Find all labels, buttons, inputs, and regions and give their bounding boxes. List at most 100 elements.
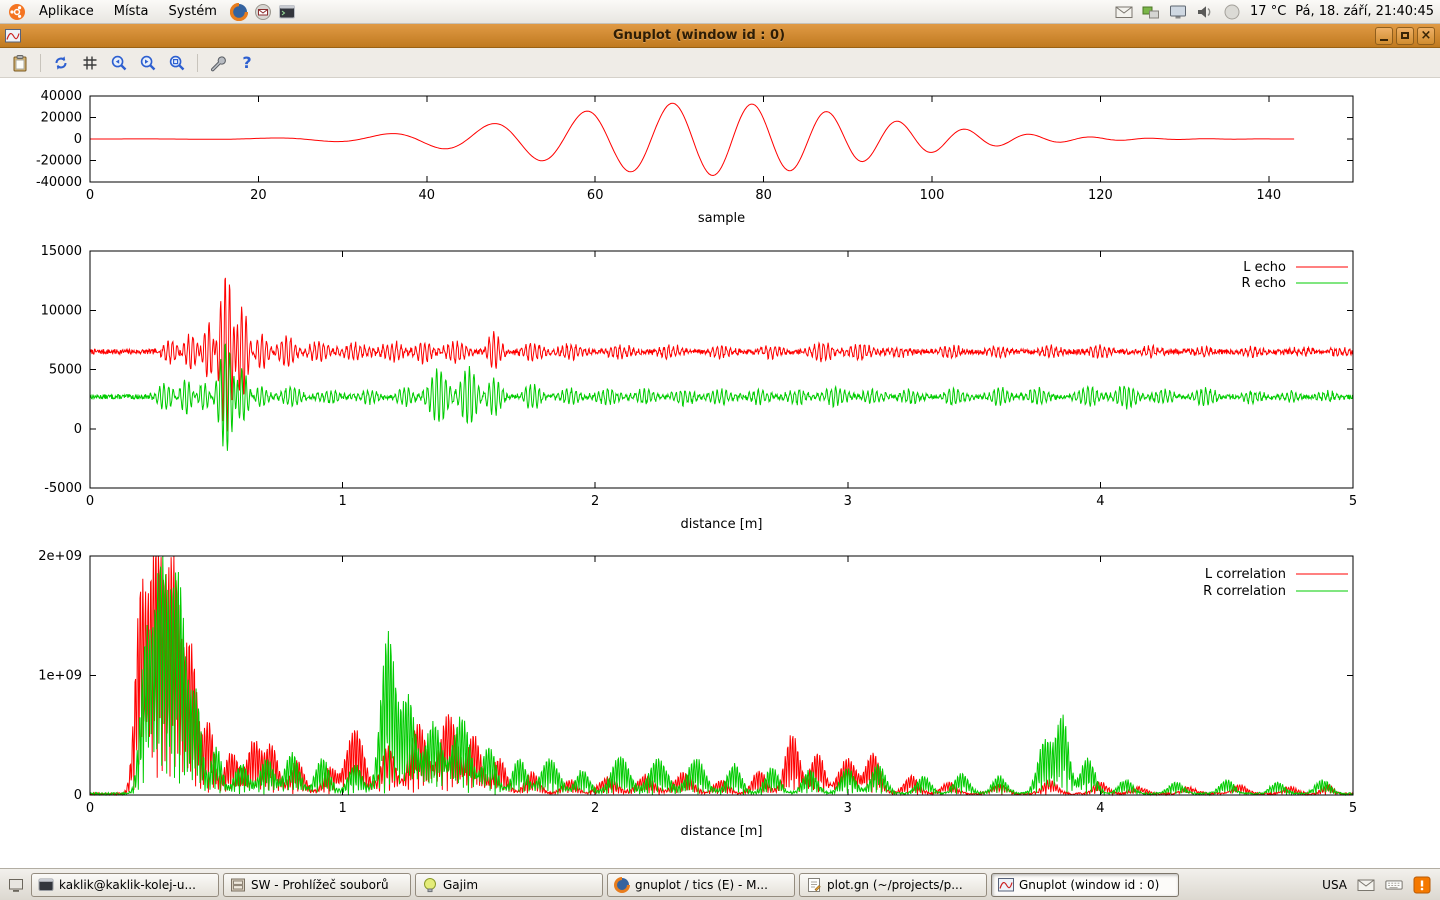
svg-text:15000: 15000 <box>41 245 82 259</box>
svg-text:20: 20 <box>250 188 267 203</box>
panel-tray: 17 °C Pá, 18. září, 21:40:45 <box>1115 3 1434 21</box>
keyboard-tray-icon[interactable] <box>1385 876 1403 894</box>
svg-text:0: 0 <box>86 188 94 203</box>
replot-refresh-icon <box>51 53 71 73</box>
taskbar-item-label: gnuplot / tics (E) - M... <box>635 878 768 892</box>
gnuplot-toolbar: ? <box>0 48 1440 78</box>
settings-button[interactable] <box>206 51 230 75</box>
svg-text:1e+09: 1e+09 <box>38 669 82 684</box>
copy-to-clipboard-button[interactable] <box>8 51 32 75</box>
chart-echo-signals[interactable]: 012345-5000050001000015000distance [m]L … <box>0 245 1440 537</box>
svg-text:80: 80 <box>755 188 772 203</box>
svg-text:distance [m]: distance [m] <box>680 517 762 532</box>
taskbar-item-firefox[interactable]: gnuplot / tics (E) - M... <box>607 873 795 897</box>
maximize-icon <box>1401 32 1409 39</box>
svg-text:distance [m]: distance [m] <box>680 824 762 839</box>
taskbar-item-label: kaklik@kaklik-kolej-u... <box>59 878 196 892</box>
svg-text:20000: 20000 <box>41 111 82 126</box>
svg-text:0: 0 <box>74 422 82 437</box>
display-session-icon[interactable] <box>1169 3 1187 21</box>
minimize-button[interactable] <box>1375 27 1393 45</box>
taskbar-item-terminal[interactable]: kaklik@kaklik-kolej-u... <box>31 873 219 897</box>
zoom-autoscale-button[interactable] <box>165 51 189 75</box>
svg-text:L echo: L echo <box>1243 260 1286 275</box>
chart-chirp-sample[interactable]: 020406080100120140-40000-200000200004000… <box>0 84 1440 234</box>
svg-text:4: 4 <box>1096 801 1104 816</box>
svg-text:2: 2 <box>591 801 599 816</box>
svg-text:40: 40 <box>419 188 436 203</box>
svg-text:-40000: -40000 <box>36 175 82 190</box>
ubuntu-menu-icon[interactable] <box>6 1 28 23</box>
mail-launcher-icon[interactable] <box>252 1 274 23</box>
terminal-icon <box>38 877 54 893</box>
taskbar-item-label: plot.gn (~/projects/p... <box>827 878 963 892</box>
gnome-top-panel: Aplikace Místa Systém <box>0 0 1440 24</box>
zoom-next-button[interactable] <box>136 51 160 75</box>
help-button[interactable]: ? <box>235 51 259 75</box>
svg-text:140: 140 <box>1256 188 1281 203</box>
close-icon: × <box>1421 29 1432 42</box>
svg-text:-5000: -5000 <box>44 481 82 496</box>
zoom-previous-button[interactable] <box>107 51 131 75</box>
svg-text:1: 1 <box>338 801 346 816</box>
maximize-button[interactable] <box>1396 27 1414 45</box>
taskbar-item-gajim[interactable]: Gajim <box>415 873 603 897</box>
network-status-icon[interactable] <box>1142 3 1160 21</box>
firefox-launcher-icon[interactable] <box>228 1 250 23</box>
toggle-grid-button[interactable] <box>78 51 102 75</box>
svg-text:120: 120 <box>1088 188 1113 203</box>
ubuntu-logo-icon <box>8 3 26 21</box>
terminal-launcher-icon[interactable] <box>276 1 298 23</box>
zoom-previous-icon <box>109 53 129 73</box>
svg-text:2e+09: 2e+09 <box>38 550 82 564</box>
taskbar-item-editor[interactable]: plot.gn (~/projects/p... <box>799 873 987 897</box>
toolbar-separator <box>40 54 41 72</box>
toolbar-separator <box>197 54 198 72</box>
svg-text:5: 5 <box>1349 494 1357 509</box>
wrench-icon <box>208 53 228 73</box>
svg-text:-20000: -20000 <box>36 154 82 169</box>
svg-text:5: 5 <box>1349 801 1357 816</box>
svg-text:40000: 40000 <box>41 89 82 104</box>
firefox-icon <box>614 877 630 893</box>
mail-notification-icon[interactable] <box>1115 3 1133 21</box>
svg-text:5000: 5000 <box>49 363 82 378</box>
clock-label[interactable]: Pá, 18. září, 21:40:45 <box>1295 4 1434 19</box>
window-title: Gnuplot (window id : 0) <box>23 28 1375 43</box>
gnuplot-window-icon <box>5 27 23 45</box>
update-notifier-icon[interactable] <box>1413 876 1431 894</box>
chart-correlation[interactable]: 01234501e+092e+09distance [m]L correlati… <box>0 550 1440 850</box>
svg-text:60: 60 <box>587 188 604 203</box>
taskbar-item-file-manager[interactable]: SW - Prohlížeč souborů <box>223 873 411 897</box>
svg-text:10000: 10000 <box>41 303 82 318</box>
show-desktop-button[interactable] <box>5 873 27 897</box>
temperature-label[interactable]: 17 °C <box>1250 4 1286 19</box>
weather-icon[interactable] <box>1223 3 1241 21</box>
svg-text:0: 0 <box>74 788 82 803</box>
svg-text:0: 0 <box>74 132 82 147</box>
help-icon: ? <box>242 53 251 72</box>
taskbar-item-gnuplot[interactable]: Gnuplot (window id : 0) <box>991 873 1179 897</box>
gnuplot-window: Gnuplot (window id : 0) × <box>0 24 1440 868</box>
titlebar[interactable]: Gnuplot (window id : 0) × <box>0 24 1440 48</box>
taskbar-item-label: Gnuplot (window id : 0) <box>1019 878 1159 892</box>
close-button[interactable]: × <box>1417 27 1435 45</box>
taskbar-item-label: Gajim <box>443 878 478 892</box>
svg-text:L correlation: L correlation <box>1205 567 1286 582</box>
menu-applications[interactable]: Aplikace <box>30 0 103 23</box>
svg-text:0: 0 <box>86 494 94 509</box>
replot-button[interactable] <box>49 51 73 75</box>
volume-icon[interactable] <box>1196 3 1214 21</box>
gnuplot-icon <box>998 877 1014 893</box>
svg-text:3: 3 <box>844 801 852 816</box>
panel-left: Aplikace Místa Systém <box>6 0 298 23</box>
menu-places[interactable]: Místa <box>105 0 158 23</box>
menu-system[interactable]: Systém <box>159 0 225 23</box>
svg-text:sample: sample <box>698 211 745 226</box>
keyboard-layout-indicator[interactable]: USA <box>1322 878 1347 892</box>
minimize-icon <box>1380 39 1388 41</box>
gajim-icon <box>422 877 438 893</box>
taskbar-tray: USA <box>1322 876 1435 894</box>
svg-text:3: 3 <box>844 494 852 509</box>
mail-tray-icon[interactable] <box>1357 876 1375 894</box>
